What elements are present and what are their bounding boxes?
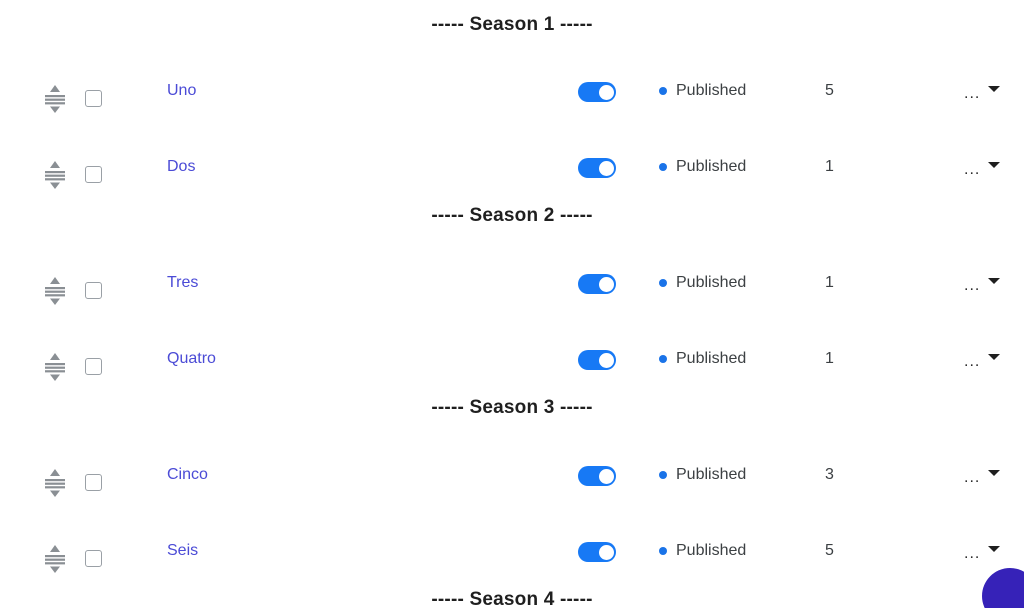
chevron-down-icon[interactable] xyxy=(988,278,1000,284)
season-divider: ----- Season 4 ----- xyxy=(431,589,593,608)
row-actions-menu[interactable]: ... xyxy=(962,272,1008,298)
chevron-down-icon[interactable] xyxy=(988,470,1000,476)
row-actions-menu[interactable]: ... xyxy=(962,156,1008,182)
status-badge: Published xyxy=(659,274,746,292)
status-dot-icon xyxy=(659,163,667,171)
toggle-knob xyxy=(598,84,614,100)
ellipsis-icon[interactable]: ... xyxy=(964,278,980,294)
status-label: Published xyxy=(676,158,747,175)
table-row: Tres Published 1... xyxy=(0,254,1024,330)
status-badge: Published xyxy=(659,82,746,100)
toggle-knob xyxy=(598,160,614,176)
status-dot-icon xyxy=(659,355,667,363)
status-dot-icon xyxy=(659,87,667,95)
status-badge: Published xyxy=(659,542,746,560)
table-row: Cinco Published 3... xyxy=(0,446,1024,522)
episode-count: 5 xyxy=(825,542,834,559)
chevron-down-icon[interactable] xyxy=(988,162,1000,168)
episode-count: 5 xyxy=(825,82,834,99)
drag-handle-vertical-icon[interactable] xyxy=(42,160,68,190)
episode-title-link[interactable]: Quatro xyxy=(167,350,216,368)
status-dot-icon xyxy=(659,547,667,555)
table-row: Seis Published 5... xyxy=(0,522,1024,598)
drag-handle-vertical-icon[interactable] xyxy=(42,352,68,382)
episode-title-link[interactable]: Uno xyxy=(167,82,196,100)
status-badge: Published xyxy=(659,350,746,368)
episode-count: 3 xyxy=(825,466,834,483)
ellipsis-icon[interactable]: ... xyxy=(964,162,980,178)
chevron-down-icon[interactable] xyxy=(988,354,1000,360)
table-row: Dos Published 1... xyxy=(0,138,1024,214)
publish-toggle[interactable] xyxy=(578,466,616,486)
ellipsis-icon[interactable]: ... xyxy=(964,86,980,102)
ellipsis-icon[interactable]: ... xyxy=(964,354,980,370)
publish-toggle[interactable] xyxy=(578,350,616,370)
row-select-checkbox[interactable] xyxy=(85,550,102,567)
ellipsis-icon[interactable]: ... xyxy=(964,546,980,562)
drag-handle-vertical-icon[interactable] xyxy=(42,84,68,114)
toggle-knob xyxy=(598,544,614,560)
status-dot-icon xyxy=(659,471,667,479)
row-actions-menu[interactable]: ... xyxy=(962,80,1008,106)
publish-toggle[interactable] xyxy=(578,82,616,102)
chevron-down-icon[interactable] xyxy=(988,86,1000,92)
row-actions-menu[interactable]: ... xyxy=(962,464,1008,490)
episode-title-link[interactable]: Seis xyxy=(167,542,198,560)
season-divider: ----- Season 3 ----- xyxy=(431,397,593,418)
status-label: Published xyxy=(676,350,747,367)
row-select-checkbox[interactable] xyxy=(85,166,102,183)
drag-handle-vertical-icon[interactable] xyxy=(42,468,68,498)
drag-handle-vertical-icon[interactable] xyxy=(42,276,68,306)
drag-handle-vertical-icon[interactable] xyxy=(42,544,68,574)
status-badge: Published xyxy=(659,158,746,176)
episode-count: 1 xyxy=(825,350,834,367)
episode-count: 1 xyxy=(825,274,834,291)
status-label: Published xyxy=(676,542,747,559)
row-actions-menu[interactable]: ... xyxy=(962,540,1008,566)
ellipsis-icon[interactable]: ... xyxy=(964,470,980,486)
season-divider: ----- Season 1 ----- xyxy=(431,14,593,35)
chevron-down-icon[interactable] xyxy=(988,546,1000,552)
toggle-knob xyxy=(598,276,614,292)
status-dot-icon xyxy=(659,279,667,287)
status-label: Published xyxy=(676,466,747,483)
table-row: Uno Published 5... xyxy=(0,62,1024,138)
episode-title-link[interactable]: Tres xyxy=(167,274,198,292)
episode-list-page: ----- Season 1 ----- Uno Published 5... Dos P… xyxy=(0,0,1024,608)
episode-title-link[interactable]: Dos xyxy=(167,158,195,176)
episode-count: 1 xyxy=(825,158,834,175)
status-badge: Published xyxy=(659,466,746,484)
status-label: Published xyxy=(676,274,747,291)
season-divider: ----- Season 2 ----- xyxy=(431,205,593,226)
episode-title-link[interactable]: Cinco xyxy=(167,466,208,484)
publish-toggle[interactable] xyxy=(578,274,616,294)
row-select-checkbox[interactable] xyxy=(85,474,102,491)
status-label: Published xyxy=(676,82,747,99)
publish-toggle[interactable] xyxy=(578,158,616,178)
row-select-checkbox[interactable] xyxy=(85,358,102,375)
row-select-checkbox[interactable] xyxy=(85,282,102,299)
publish-toggle[interactable] xyxy=(578,542,616,562)
row-actions-menu[interactable]: ... xyxy=(962,348,1008,374)
table-row: Quatro Published 1... xyxy=(0,330,1024,406)
toggle-knob xyxy=(598,352,614,368)
toggle-knob xyxy=(598,468,614,484)
row-select-checkbox[interactable] xyxy=(85,90,102,107)
